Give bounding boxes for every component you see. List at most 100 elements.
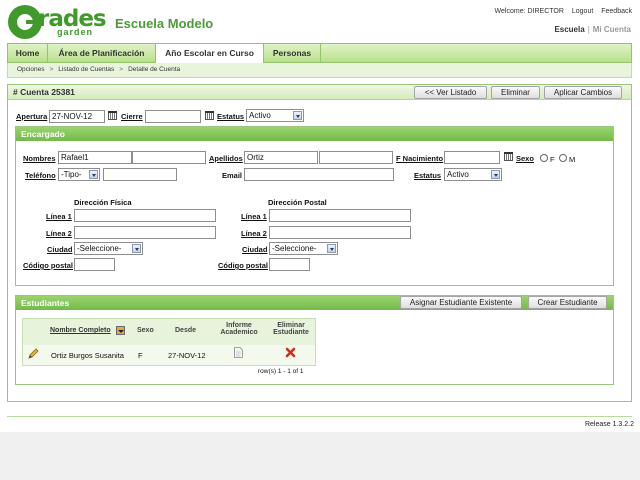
f-nacimiento-input[interactable] [444,151,500,164]
chevron-down-icon [293,111,302,120]
eliminar-button[interactable]: Eliminar [491,86,540,99]
edit-pencil-icon[interactable] [28,348,39,361]
tab-home[interactable]: Home [8,44,48,63]
postal-ciudad-select[interactable]: -Seleccione- [269,242,338,255]
cierre-label: Cierre [121,112,143,121]
col-nombre-completo[interactable]: Nombre Completo [50,327,111,334]
calendar-icon[interactable] [504,152,513,161]
link-separator: | [587,25,590,34]
email-input[interactable] [244,168,394,181]
fisica-codigo-input[interactable] [74,258,115,271]
nombre-input[interactable]: Rafael1 [58,151,132,164]
estatus-select-value: Activo [249,111,271,120]
encargado-estatus-label: Estatus [414,171,442,180]
school-name: Escuela Modelo [115,16,214,31]
row-desde: 27-NOV-12 [168,351,206,360]
telefono-label: Teléfono [25,171,56,180]
f-nacimiento-label: F Nacimiento [396,154,444,163]
sexo-m-radio[interactable] [559,154,567,162]
postal-linea1-input[interactable] [269,209,411,222]
apellidos-label: Apellidos [209,154,243,163]
top-links: Welcome: DIRECTOR Logout Feedback [489,8,632,15]
tab-planificacion[interactable]: Área de Planificación [48,44,156,63]
aplicar-cambios-button[interactable]: Aplicar Cambios [544,86,622,99]
segundo-apellido-input[interactable] [319,151,393,164]
postal-ciudad-value: -Seleccione- [272,244,317,253]
fisica-codigo-label: Código postal [23,261,73,270]
col-informe-line2: Academico [220,329,258,336]
col-eliminar-line2: Estudiante [273,329,309,336]
sexo-label: Sexo [516,154,534,163]
apertura-input[interactable]: 27-NOV-12 [49,110,105,123]
postal-codigo-label: Código postal [218,261,268,270]
pagination-text: row(s) 1 - 1 of 1 [258,368,304,375]
welcome-text: Welcome: DIRECTOR [494,8,564,15]
asignar-estudiante-button[interactable]: Asignar Estudiante Existente [400,296,522,309]
calendar-icon[interactable] [205,111,214,120]
postal-linea2-input[interactable] [269,226,411,239]
col-informe-line1: Informe [226,322,252,329]
document-icon[interactable] [234,347,243,360]
encargado-panel-header [16,127,613,141]
encargado-estatus-value: Activo [447,170,469,179]
encargado-title: Encargado [21,129,65,139]
telefono-tipo-select[interactable]: -Tipo- [58,168,100,181]
chevron-down-icon [491,170,500,179]
col-sexo: Sexo [137,327,154,334]
postal-linea2-label: Línea 2 [241,229,267,238]
col-informe: Informe Academico [219,322,259,336]
breadcrumb-separator: > [49,66,54,73]
breadcrumb-opciones[interactable]: Opciones [17,66,44,73]
estatus-label: Estatus [217,112,245,121]
breadcrumb-separator: > [119,66,124,73]
footer-divider [7,416,632,417]
tab-ano-escolar[interactable]: Año Escolar en Curso [156,44,264,64]
encargado-estatus-select[interactable]: Activo [444,168,502,181]
logo-subtext: garden [57,27,94,37]
escuela-link[interactable]: Escuela [554,25,584,34]
sexo-f-label: F [550,155,555,164]
apertura-label: Apertura [16,112,48,121]
sexo-m-label: M [569,155,576,164]
estatus-select[interactable]: Activo [246,109,304,122]
cierre-input[interactable] [145,110,201,123]
direccion-fisica-title: Dirección Física [74,198,132,207]
breadcrumb: Opciones > Listado de Cuentas > Detalle de C… [7,63,632,78]
fisica-ciudad-value: -Seleccione- [77,244,122,253]
col-eliminar: Eliminar Estudiante [269,322,313,336]
nombres-label: Nombres [23,154,56,163]
delete-x-icon[interactable] [285,347,296,360]
main-nav: Home Área de Planificación Año Escolar e… [7,43,632,64]
feedback-link[interactable]: Feedback [601,8,632,15]
segundo-nombre-input[interactable] [132,151,206,164]
telefono-input[interactable] [103,168,177,181]
mi-cuenta-link[interactable]: Mi Cuenta [593,25,631,34]
calendar-icon[interactable] [108,111,117,120]
breadcrumb-detalle: Detalle de Cuenta [128,66,181,73]
fisica-linea1-label: Línea 1 [46,212,72,221]
crear-estudiante-button[interactable]: Crear Estudiante [528,296,607,309]
email-label: Email [222,171,243,180]
tab-personas[interactable]: Personas [264,44,321,63]
sexo-f-radio[interactable] [540,154,548,162]
col-desde: Desde [175,327,197,334]
ver-listado-button[interactable]: << Ver Listado [414,86,487,99]
postal-codigo-input[interactable] [269,258,310,271]
release-text: Release 1.3.2.2 [584,421,634,428]
estudiantes-panel-header [16,296,613,310]
fisica-ciudad-select[interactable]: -Seleccione- [74,242,143,255]
sort-icon[interactable] [116,326,125,335]
fisica-linea1-input[interactable] [74,209,216,222]
row-sexo: F [138,351,143,360]
breadcrumb-listado[interactable]: Listado de Cuentas [58,66,114,73]
row-nombre: Ortiz Burgos Susanita [51,351,124,360]
apellido-input[interactable]: Ortiz [244,151,318,164]
fisica-ciudad-label: Ciudad [47,245,73,254]
logout-link[interactable]: Logout [572,8,593,15]
page-bottom-area [0,432,640,480]
direccion-postal-title: Dirección Postal [268,198,327,207]
estudiantes-title: Estudiantes [21,298,70,308]
account-links: Escuela | Mi Cuenta [554,25,631,34]
fisica-linea2-input[interactable] [74,226,216,239]
chevron-down-icon [327,244,336,253]
